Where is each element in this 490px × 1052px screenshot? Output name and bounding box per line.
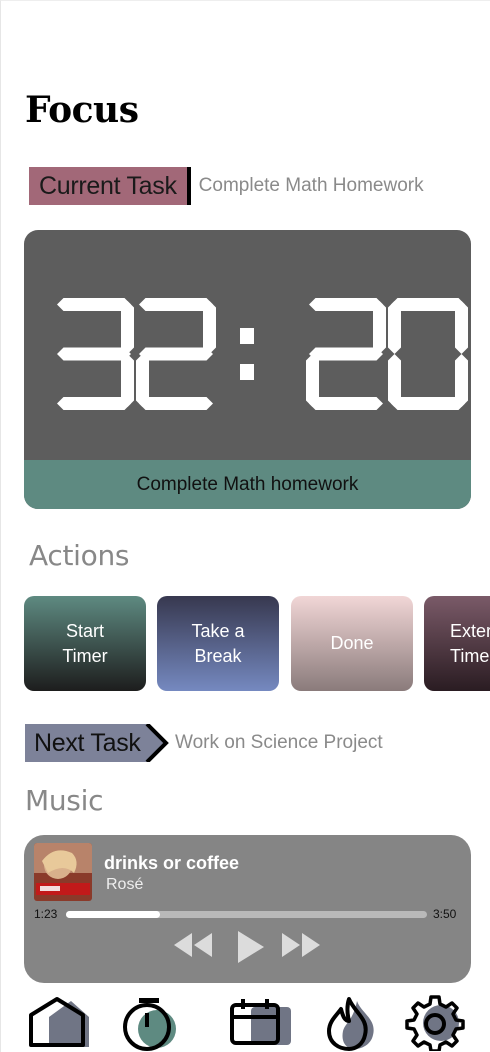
flame-icon[interactable]	[321, 995, 385, 1051]
segment-b	[203, 301, 216, 354]
calendar-icon[interactable]	[227, 995, 291, 1051]
focus-screen: Focus Current Task Complete Math Homewor…	[0, 0, 490, 1052]
timer-digit-0	[57, 298, 134, 410]
song-artist: Rosé	[106, 876, 144, 893]
total-time: 3:50	[433, 907, 457, 921]
segment-f	[388, 301, 401, 354]
play-icon[interactable]	[236, 931, 266, 963]
segment-b	[121, 301, 134, 354]
segment-g	[139, 347, 213, 361]
progress-bar[interactable]	[66, 911, 427, 918]
timer-task-caption: Complete Math homework	[24, 460, 471, 509]
segment-b	[373, 301, 386, 354]
current-task-text: Complete Math Homework	[198, 175, 424, 196]
segment-g	[309, 347, 383, 361]
timer-display	[57, 298, 468, 410]
music-heading: Music	[25, 784, 104, 817]
home-icon[interactable]	[27, 995, 91, 1051]
segment-a	[391, 298, 465, 311]
rewind-icon[interactable]	[172, 931, 214, 959]
album-art	[34, 843, 92, 901]
song-title: drinks or coffee	[104, 853, 240, 873]
timer-digit-2	[306, 298, 386, 410]
next-task-tag: Next Task	[25, 724, 169, 762]
current-task-label: Current Task	[29, 167, 191, 205]
progress-fill	[66, 911, 160, 918]
elapsed-time: 1:23	[34, 907, 58, 921]
current-task-row: Current Task Complete Math Homework	[29, 167, 424, 205]
timer-card: Complete Math homework	[24, 230, 471, 509]
segment-g	[57, 347, 131, 361]
segment-a	[139, 298, 213, 311]
next-task-row: Next Task Work on Science Project	[25, 724, 383, 762]
page-title: Focus	[25, 89, 139, 131]
timer-colon-dot	[240, 364, 254, 380]
take-break-button[interactable]: Take a Break	[157, 596, 279, 691]
music-player: drinks or coffee Rosé 1:23 3:50	[24, 835, 471, 983]
fast-forward-icon[interactable]	[280, 931, 322, 959]
segment-b	[455, 301, 468, 354]
segment-d	[391, 397, 465, 410]
segment-a	[309, 298, 383, 311]
start-timer-button[interactable]: Start Timer	[24, 596, 146, 691]
segment-e	[388, 354, 401, 407]
settings-icon[interactable]	[403, 995, 467, 1051]
segment-d	[309, 397, 383, 410]
timer-colon-dot	[240, 328, 254, 344]
timer-icon[interactable]	[117, 995, 181, 1051]
done-button[interactable]: Done	[291, 596, 413, 691]
segment-a	[57, 298, 131, 311]
timer-digit-3	[388, 298, 468, 410]
next-task-label: Next Task	[34, 729, 141, 757]
segment-d	[139, 397, 213, 410]
actions-heading: Actions	[29, 539, 130, 572]
timer-digit-1	[136, 298, 216, 410]
extend-time-button[interactable]: Exter Time	[424, 596, 490, 691]
next-task-text: Work on Science Project	[175, 732, 383, 753]
segment-d	[57, 397, 131, 410]
